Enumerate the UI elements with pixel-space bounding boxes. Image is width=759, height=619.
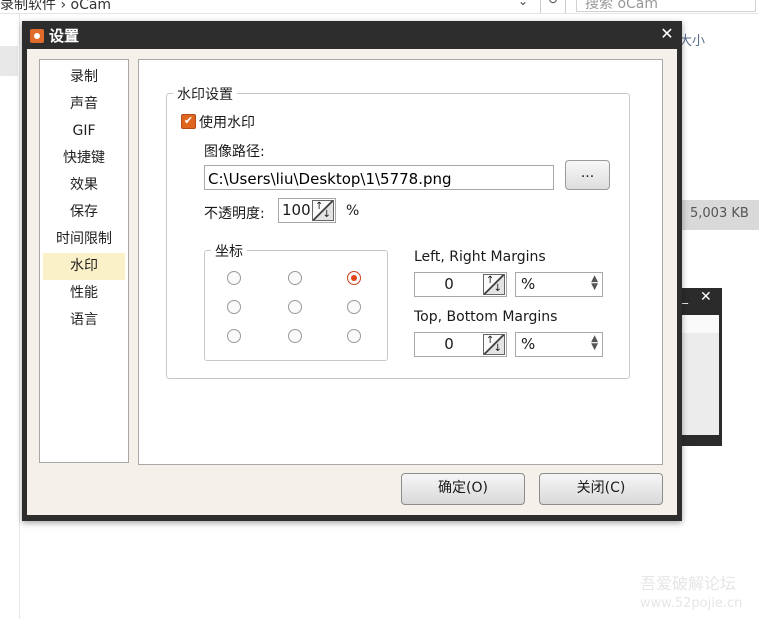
position-radio-center[interactable] bbox=[288, 300, 302, 314]
image-path-label: 图像路径: bbox=[204, 144, 265, 160]
group-title: 水印设置 bbox=[173, 84, 237, 104]
checkmark-icon[interactable]: ✔ bbox=[181, 114, 196, 129]
close-icon[interactable]: ✕ bbox=[658, 24, 676, 44]
nav-item-performance[interactable]: 性能 bbox=[40, 280, 128, 307]
tb-margin-unit-select[interactable]: % ▲ ▼ bbox=[515, 332, 603, 357]
nav-item-hotkeys[interactable]: 快捷键 bbox=[40, 145, 128, 172]
ok-button[interactable]: 确定(O) bbox=[401, 473, 525, 505]
explorer-address-bar[interactable]: 录制软件 › oCam bbox=[0, 0, 111, 14]
nav-item-record[interactable]: 录制 bbox=[40, 64, 128, 91]
position-radio-top-center[interactable] bbox=[288, 271, 302, 285]
nav-item-sound[interactable]: 声音 bbox=[40, 91, 128, 118]
nav-item-gif[interactable]: GIF bbox=[40, 118, 128, 145]
opacity-spinbox[interactable]: 100 ↑ ↓ bbox=[278, 198, 336, 223]
position-radio-middle-right[interactable] bbox=[347, 300, 361, 314]
refresh-icon[interactable]: ↻ bbox=[540, 0, 566, 14]
settings-panel: 水印设置 ✔ 使用水印 图像路径: ... 不透明度: 100 ↑↓ % 坐标 bbox=[138, 59, 663, 465]
dialog-titlebar[interactable]: 设置 ✕ bbox=[22, 21, 682, 49]
nav-item-effects[interactable]: 效果 bbox=[40, 172, 128, 199]
updown-arrow-icon[interactable]: ▲ ▼ bbox=[591, 335, 598, 352]
lr-margin-unit-select[interactable]: % ▲ ▼ bbox=[515, 272, 603, 297]
tb-margin-spinbox[interactable]: 0 ↑ ↓ bbox=[414, 332, 507, 357]
forum-watermark: 吾爱破解论坛 www.52pojie.cn bbox=[640, 574, 742, 614]
settings-nav: 录制 声音 GIF 快捷键 效果 保存 时间限制 水印 性能 语言 bbox=[39, 59, 129, 463]
tb-margin-label: Top, Bottom Margins bbox=[414, 309, 558, 325]
lr-margin-unit[interactable]: % bbox=[521, 275, 535, 293]
toolbar-divider bbox=[0, 13, 759, 14]
chevron-down-icon[interactable]: ⌄ bbox=[518, 0, 538, 12]
close-icon[interactable]: ✕ bbox=[700, 289, 712, 305]
nav-item-watermark[interactable]: 水印 bbox=[43, 253, 125, 280]
nav-item-language[interactable]: 语言 bbox=[40, 307, 128, 334]
dialog-body: 录制 声音 GIF 快捷键 效果 保存 时间限制 水印 性能 语言 水印设置 ✔… bbox=[27, 49, 677, 515]
dialog-title: 设置 bbox=[49, 27, 80, 45]
background-window-body bbox=[681, 315, 719, 435]
position-grid: 坐标 bbox=[204, 241, 388, 361]
opacity-value[interactable]: 100 bbox=[282, 201, 311, 219]
position-radio-bottom-center[interactable] bbox=[288, 329, 302, 343]
background-window: _ ✕ bbox=[676, 288, 722, 446]
explorer-nav-selection[interactable] bbox=[0, 46, 18, 76]
explorer-pane-divider bbox=[19, 14, 20, 619]
spin-arrows-icon[interactable]: ↑ ↓ bbox=[483, 334, 505, 355]
close-button[interactable]: 关闭(C) bbox=[539, 473, 663, 505]
position-radio-top-right[interactable] bbox=[347, 271, 361, 285]
nav-item-save[interactable]: 保存 bbox=[40, 199, 128, 226]
size-column-header[interactable]: 大小 bbox=[679, 30, 705, 49]
watermark-text: 吾爱破解论坛 bbox=[640, 574, 737, 593]
spin-arrows-icon[interactable]: ↑ ↓ bbox=[483, 274, 505, 295]
minimize-icon[interactable]: _ bbox=[682, 290, 688, 304]
lr-margin-label: Left, Right Margins bbox=[414, 249, 546, 265]
settings-dialog: 设置 ✕ 录制 声音 GIF 快捷键 效果 保存 时间限制 水印 性能 语言 水… bbox=[22, 21, 682, 521]
watermark-settings-group: 水印设置 ✔ 使用水印 图像路径: ... 不透明度: 100 ↑↓ % 坐标 bbox=[166, 84, 630, 379]
nav-item-time-limit[interactable]: 时间限制 bbox=[40, 226, 128, 253]
image-path-input[interactable] bbox=[204, 165, 554, 190]
position-radio-bottom-left[interactable] bbox=[227, 329, 241, 343]
app-icon bbox=[30, 29, 44, 43]
position-radio-middle-left[interactable] bbox=[227, 300, 241, 314]
file-size-cell: 5,003 KB bbox=[690, 206, 749, 221]
spin-arrows-icon[interactable]: ↑ ↓ bbox=[312, 200, 334, 221]
lr-margin-value[interactable]: 0 bbox=[415, 275, 483, 293]
updown-arrow-icon[interactable]: ▲ ▼ bbox=[591, 275, 598, 292]
opacity-label: 不透明度: bbox=[204, 206, 265, 222]
watermark-url: www.52pojie.cn bbox=[640, 596, 743, 611]
position-radio-bottom-right[interactable] bbox=[347, 329, 361, 343]
position-grid-title: 坐标 bbox=[211, 241, 247, 261]
position-radio-top-left[interactable] bbox=[227, 271, 241, 285]
lr-margin-spinbox[interactable]: 0 ↑ ↓ bbox=[414, 272, 507, 297]
browse-button[interactable]: ... bbox=[565, 160, 610, 190]
use-watermark-label[interactable]: 使用水印 bbox=[199, 112, 255, 132]
opacity-unit: % bbox=[346, 203, 360, 219]
tb-margin-unit[interactable]: % bbox=[521, 335, 535, 353]
explorer-search-input[interactable]: 搜索 oCam bbox=[576, 0, 756, 12]
tb-margin-value[interactable]: 0 bbox=[415, 335, 483, 353]
